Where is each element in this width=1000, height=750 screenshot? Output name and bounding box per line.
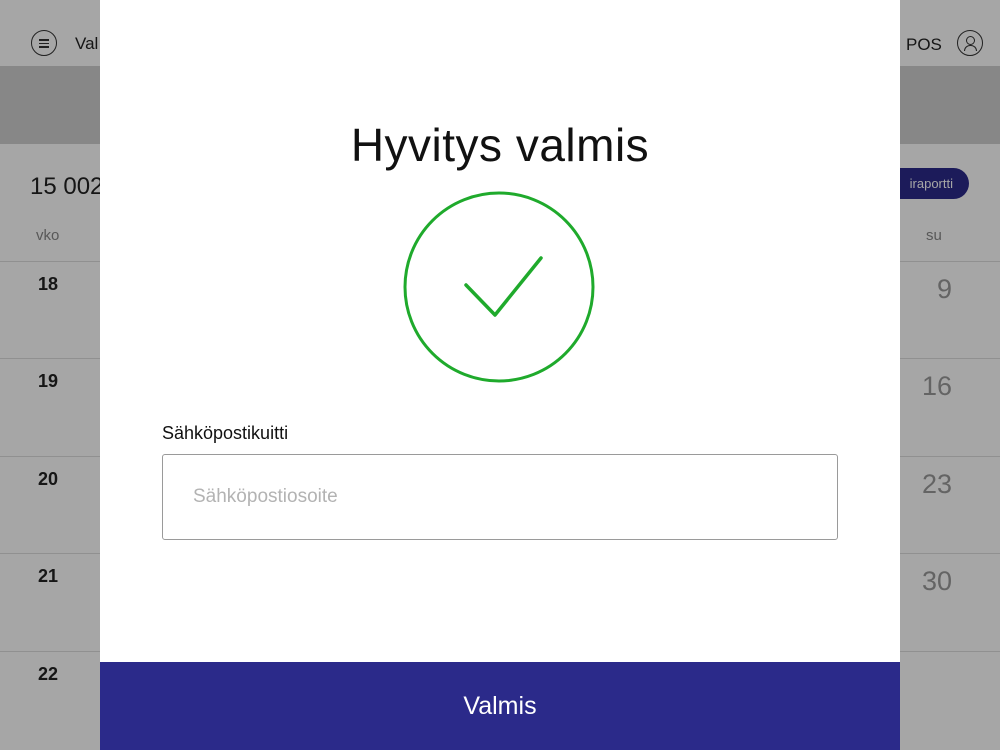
done-button[interactable]: Valmis [100,662,900,750]
email-receipt-label: Sähköpostikuitti [162,423,289,443]
email-input[interactable] [162,454,838,540]
refund-complete-dialog: Hyvitys valmis Sähköpostikuitti Valmis [100,0,900,750]
dialog-title: Hyvitys valmis [350,119,650,171]
check-circle-icon [403,191,595,383]
